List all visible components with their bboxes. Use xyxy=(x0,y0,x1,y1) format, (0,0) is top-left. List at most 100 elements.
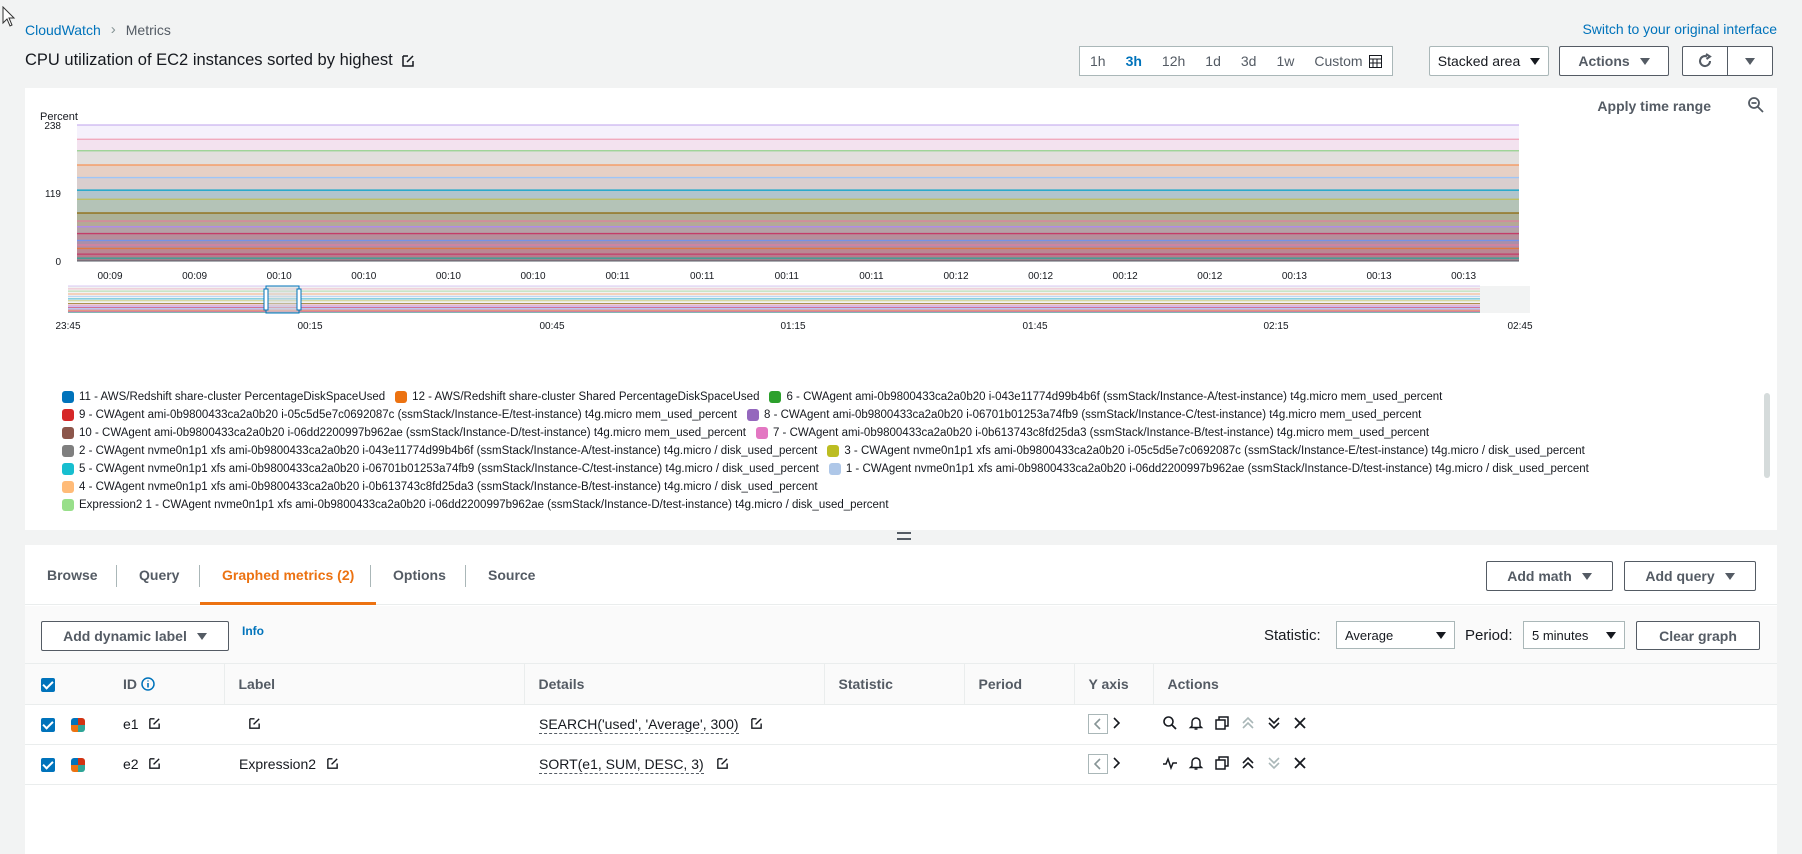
table-row: e2 Expression2 SORT(e1, SUM, DESC, 3) xyxy=(25,744,1777,785)
edit-id-icon[interactable] xyxy=(148,757,161,770)
time-range-1h[interactable]: 1h xyxy=(1080,47,1116,75)
resize-handle[interactable] xyxy=(897,532,911,540)
tab-browse[interactable]: Browse xyxy=(25,545,120,605)
select-all-checkbox[interactable] xyxy=(41,677,55,692)
y-axis-right-button[interactable] xyxy=(1112,716,1121,732)
switch-interface-link[interactable]: Switch to your original interface xyxy=(1582,21,1777,37)
move-up-icon[interactable] xyxy=(1239,754,1257,772)
legend-item[interactable]: 8 - CWAgent ami-0b9800433ca2a0b20 i-0670… xyxy=(747,406,1421,424)
duplicate-icon[interactable] xyxy=(1213,714,1231,732)
legend-item[interactable]: 10 - CWAgent ami-0b9800433ca2a0b20 i-06d… xyxy=(62,424,746,442)
chart-legend: 11 - AWS/Redshift share-cluster Percenta… xyxy=(62,388,1762,514)
move-down-icon[interactable] xyxy=(1265,714,1283,732)
apply-time-range-button[interactable]: Apply time range xyxy=(1597,98,1711,114)
calendar-icon xyxy=(1368,55,1382,68)
statistic-select[interactable]: Average xyxy=(1336,621,1455,649)
y-axis-right-button[interactable] xyxy=(1112,756,1121,772)
breadcrumb-cloudwatch-link[interactable]: CloudWatch xyxy=(25,22,101,38)
caret-down-icon xyxy=(1530,57,1541,65)
legend-scrollbar[interactable] xyxy=(1764,393,1770,478)
x-tick-label: 00:10 xyxy=(436,271,461,282)
legend-item[interactable]: 5 - CWAgent nvme0n1p1 xfs ami-0b9800433c… xyxy=(62,460,819,478)
legend-label: 2 - CWAgent nvme0n1p1 xfs ami-0b9800433c… xyxy=(79,445,818,457)
time-range-1w[interactable]: 1w xyxy=(1266,47,1304,75)
close-icon[interactable] xyxy=(1291,754,1309,772)
tab-graphed-metrics[interactable]: Graphed metrics (2) xyxy=(200,545,377,605)
tab-options[interactable]: Options xyxy=(371,545,468,605)
legend-item[interactable]: 11 - AWS/Redshift share-cluster Percenta… xyxy=(62,388,385,406)
clear-graph-button[interactable]: Clear graph xyxy=(1636,621,1760,650)
legend-item[interactable]: 6 - CWAgent ami-0b9800433ca2a0b20 i-043e… xyxy=(769,388,1442,406)
add-math-button[interactable]: Add math xyxy=(1486,561,1613,591)
row-details[interactable]: SEARCH('used', 'Average', 300) xyxy=(539,716,739,734)
alarm-bell-icon[interactable] xyxy=(1187,754,1205,772)
row-checkbox[interactable] xyxy=(41,718,55,733)
series-color-icon[interactable] xyxy=(71,718,85,733)
series-color-icon[interactable] xyxy=(71,758,85,773)
info-link[interactable]: Info xyxy=(242,624,264,638)
add-dynamic-label-button[interactable]: Add dynamic label xyxy=(41,621,229,651)
edit-label-icon[interactable] xyxy=(248,717,261,730)
refresh-button[interactable] xyxy=(1682,46,1728,76)
info-icon[interactable] xyxy=(141,677,155,691)
edit-details-icon[interactable] xyxy=(716,757,729,770)
time-range-1d[interactable]: 1d xyxy=(1195,47,1231,75)
edit-label-icon[interactable] xyxy=(326,757,339,770)
legend-row: Expression2 1 - CWAgent nvme0n1p1 xfs am… xyxy=(62,496,1762,514)
row-details[interactable]: SORT(e1, SUM, DESC, 3) xyxy=(539,756,704,774)
time-range-custom[interactable]: Custom xyxy=(1304,47,1391,75)
row-checkbox[interactable] xyxy=(41,758,55,773)
add-query-button[interactable]: Add query xyxy=(1624,561,1756,591)
legend-label: 8 - CWAgent ami-0b9800433ca2a0b20 i-0670… xyxy=(764,409,1422,421)
edit-title-icon[interactable] xyxy=(401,54,415,68)
duplicate-icon[interactable] xyxy=(1213,754,1231,772)
column-actions: Actions xyxy=(1152,664,1777,705)
close-icon[interactable] xyxy=(1291,714,1309,732)
refresh-options-button[interactable] xyxy=(1727,46,1773,76)
legend-row: 10 - CWAgent ami-0b9800433ca2a0b20 i-06d… xyxy=(62,424,1762,442)
legend-item[interactable]: 2 - CWAgent nvme0n1p1 xfs ami-0b9800433c… xyxy=(62,442,817,460)
legend-swatch xyxy=(395,391,408,403)
alarm-bell-icon[interactable] xyxy=(1187,714,1205,732)
legend-item[interactable]: 4 - CWAgent nvme0n1p1 xfs ami-0b9800433c… xyxy=(62,478,818,496)
actions-label: Actions xyxy=(1578,53,1630,69)
metric-math-icon[interactable] xyxy=(1161,754,1179,772)
caret-down-icon xyxy=(1724,572,1735,580)
legend-item[interactable]: 12 - AWS/Redshift share-cluster Shared P… xyxy=(395,388,759,406)
move-up-icon[interactable] xyxy=(1239,714,1257,732)
search-icon[interactable] xyxy=(1161,714,1179,732)
tab-query[interactable]: Query xyxy=(117,545,201,605)
mouse-cursor-icon xyxy=(2,6,16,27)
actions-button[interactable]: Actions xyxy=(1559,46,1669,76)
graph-panel: 238 119 0 00:09 00:09 00:10 00:10 00:10 00:10 00:… xyxy=(25,88,1777,530)
time-range-3d[interactable]: 3d xyxy=(1231,47,1267,75)
legend-swatch xyxy=(828,463,841,475)
time-range-12h[interactable]: 12h xyxy=(1152,47,1195,75)
period-select[interactable]: 5 minutes xyxy=(1523,621,1625,649)
time-range-3h[interactable]: 3h xyxy=(1116,47,1152,75)
metrics-chart: 238119000:09 00:09 00:10 00:10 00:10 00:10 00:… xyxy=(44,121,1533,332)
tab-source[interactable]: Source xyxy=(466,545,557,605)
move-down-icon[interactable] xyxy=(1265,754,1283,772)
y-axis-left-button[interactable] xyxy=(1088,754,1108,774)
time-range-selector: 1h 3h 12h 1d 3d 1w Custom xyxy=(1079,46,1393,76)
view-type-label: Stacked area xyxy=(1437,53,1521,69)
legend-item[interactable]: 1 - CWAgent nvme0n1p1 xfs ami-0b9800433c… xyxy=(828,460,1589,478)
view-type-select[interactable]: Stacked area xyxy=(1429,46,1549,76)
legend-item[interactable]: 7 - CWAgent ami-0b9800433ca2a0b20 i-0b61… xyxy=(755,424,1429,442)
y-axis-left-button[interactable] xyxy=(1088,714,1108,734)
legend-item[interactable]: Expression2 1 - CWAgent nvme0n1p1 xfs am… xyxy=(62,496,889,514)
zoom-out-icon[interactable] xyxy=(1747,96,1765,114)
edit-details-icon[interactable] xyxy=(750,717,763,730)
legend-label: 11 - AWS/Redshift share-cluster Percenta… xyxy=(79,391,386,403)
legend-swatch xyxy=(769,391,782,403)
overview-tick-label: 23:45 xyxy=(55,321,80,332)
x-tick-label: 00:10 xyxy=(351,271,376,282)
legend-item[interactable]: 9 - CWAgent ami-0b9800433ca2a0b20 i-05c5… xyxy=(62,406,737,424)
caret-down-icon xyxy=(1606,631,1616,639)
edit-id-icon[interactable] xyxy=(148,717,161,730)
legend-swatch xyxy=(62,409,74,421)
x-tick-label: 00:11 xyxy=(605,271,630,282)
legend-item[interactable]: 3 - CWAgent nvme0n1p1 xfs ami-0b9800433c… xyxy=(827,442,1585,460)
legend-label: 10 - CWAgent ami-0b9800433ca2a0b20 i-06d… xyxy=(79,427,746,439)
